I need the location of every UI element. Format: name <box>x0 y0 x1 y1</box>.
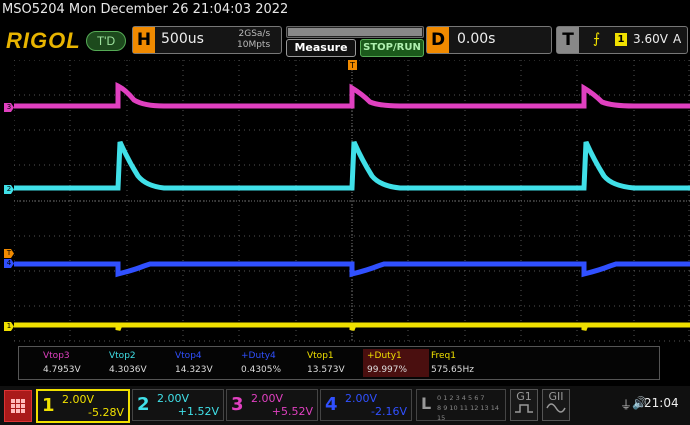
memory-depth: 10Mpts <box>237 40 271 50</box>
ch4-marker[interactable]: 4 <box>4 259 14 268</box>
stop-run-button[interactable]: STOP/RUN <box>360 39 424 57</box>
measurement-item: Vtop3 4.7953V <box>43 351 81 375</box>
ch4-panel[interactable]: 4 2.00V -2.16V <box>320 389 412 421</box>
sample-info: 2GSa/s 10Mpts <box>237 29 270 51</box>
trigger-level: 3.60V <box>633 32 668 46</box>
timebase-value: 500us <box>161 31 204 47</box>
delay-panel[interactable]: D 0.00s <box>426 26 552 54</box>
measurement-item: Vtop1 13.573V <box>307 351 345 375</box>
sine-wave-icon <box>546 403 566 413</box>
run-state-badge[interactable]: T'D <box>86 31 126 51</box>
measurement-item: Freq1 575.65Hz <box>431 351 474 375</box>
trigger-position-label: T <box>349 61 355 70</box>
trigger-source: 1 <box>615 33 627 46</box>
ch3-panel[interactable]: 3 2.00V +5.52V <box>226 389 318 421</box>
logic-channels: 0 1 2 3 4 5 6 7 8 9 10 11 12 13 14 15 <box>437 394 500 422</box>
bottom-bar: 1 2.00V -5.28V 2 2.00V +1.52V 3 2.00V +5… <box>0 386 690 425</box>
generator-1-button[interactable]: G1 <box>510 389 538 421</box>
trigger-level-marker[interactable]: T <box>4 249 14 258</box>
trigger-panel[interactable]: T ⨍ 1 3.60V A <box>556 26 688 54</box>
ch2-panel[interactable]: 2 2.00V +1.52V <box>132 389 224 421</box>
ch2-marker[interactable]: 2 <box>4 185 14 194</box>
measurement-item: Vtop4 14.323V <box>175 351 213 375</box>
horizontal-panel[interactable]: H 500us 2GSa/s 10Mpts <box>132 26 282 54</box>
measurement-item: +Duty4 0.4305% <box>241 351 282 375</box>
window-title: MSO5204 Mon December 26 21:04:03 2022 <box>2 2 289 17</box>
waveform-display[interactable]: T <box>14 60 690 342</box>
ch3-trace <box>14 81 690 109</box>
memory-position-bar[interactable] <box>286 26 424 38</box>
delay-label: D <box>427 27 449 53</box>
trigger-label: T <box>557 27 579 53</box>
sample-rate: 2GSa/s <box>238 29 271 39</box>
measurement-panel[interactable]: Vtop3 4.7953V Vtop2 4.3036V Vtop4 14.323… <box>18 346 660 380</box>
pulse-wave-icon <box>515 404 533 413</box>
rising-edge-icon: ⨍ <box>593 31 601 47</box>
ch1-marker[interactable]: 1 <box>4 322 14 331</box>
ch4-trace <box>14 261 690 278</box>
clock: 21:04 <box>644 396 679 410</box>
top-toolbar: RIGOL T'D H 500us 2GSa/s 10Mpts Measure … <box>0 22 690 57</box>
ch1-trace <box>14 322 690 331</box>
delay-value: 0.00s <box>457 31 496 47</box>
grid-menu-icon <box>11 399 25 413</box>
ch2-trace <box>14 140 690 191</box>
logic-analyzer-panel[interactable]: L 0 1 2 3 4 5 6 7 8 9 10 11 12 13 14 15 <box>416 389 506 422</box>
usb-icon: ⏚ <box>620 398 633 412</box>
horizontal-label: H <box>133 27 155 53</box>
ch3-marker[interactable]: 3 <box>4 103 14 112</box>
measurement-item: Vtop2 4.3036V <box>109 351 147 375</box>
rigol-logo: RIGOL <box>6 28 81 53</box>
generator-2-button[interactable]: GII <box>542 389 570 421</box>
measurement-item-selected: +Duty1 99.997% <box>363 349 429 377</box>
measure-button[interactable]: Measure <box>286 39 356 57</box>
trigger-mode: A <box>673 32 682 46</box>
app-menu-button[interactable] <box>4 390 32 422</box>
memory-position-fill <box>288 28 422 36</box>
ch1-panel[interactable]: 1 2.00V -5.28V <box>36 389 130 423</box>
